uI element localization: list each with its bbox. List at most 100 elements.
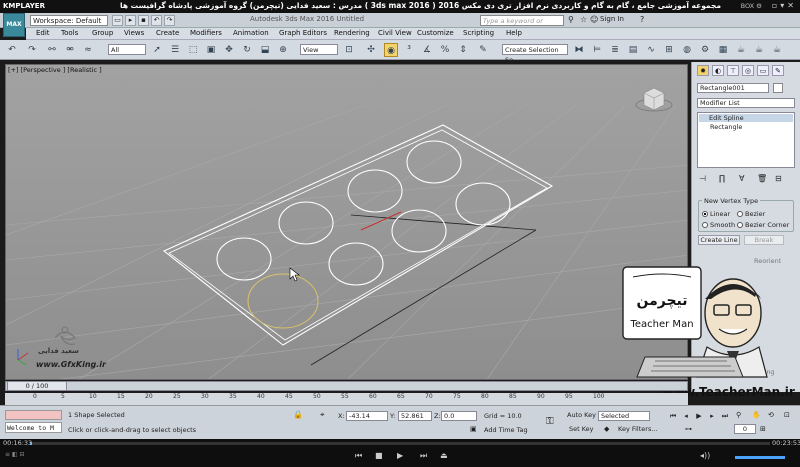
new-icon[interactable]: ▭: [112, 15, 123, 26]
hierarchy-tab-icon[interactable]: ⊤: [727, 65, 739, 76]
render-active-shade-icon[interactable]: ☕: [770, 43, 784, 57]
radio-linear[interactable]: Linear: [702, 210, 730, 218]
material-editor-icon[interactable]: ◍: [680, 43, 694, 57]
reference-coordinate-dropdown[interactable]: View: [300, 44, 338, 55]
stack-item-edit-spline[interactable]: Edit Spline: [699, 114, 793, 122]
auto-key-button[interactable]: Auto Key: [567, 411, 596, 419]
previous-frame-icon[interactable]: ◂: [681, 412, 691, 422]
z-coordinate-field[interactable]: 0.0: [441, 411, 477, 421]
modifier-list-dropdown[interactable]: Modifier List: [697, 98, 795, 108]
unlink-icon[interactable]: ⚮: [63, 43, 77, 57]
select-object-icon[interactable]: ➚: [150, 43, 164, 57]
mirror-icon[interactable]: ⧓: [572, 43, 586, 57]
object-name-field[interactable]: Rectangle001: [697, 83, 769, 93]
undo-icon[interactable]: ↶: [151, 15, 162, 26]
key-icon[interactable]: ⚿: [546, 416, 554, 427]
make-unique-icon[interactable]: ∀: [739, 174, 744, 183]
menu-customize[interactable]: Customize: [417, 29, 454, 37]
redo-icon[interactable]: ↷: [164, 15, 175, 26]
x-coordinate-field[interactable]: -43.14: [346, 411, 388, 421]
play-icon[interactable]: ▶: [694, 412, 704, 422]
redo-icon[interactable]: ↷: [25, 43, 39, 57]
player-stop-icon[interactable]: ■: [375, 451, 383, 460]
player-next-icon[interactable]: ⏭: [420, 451, 427, 461]
perspective-viewport[interactable]: [5, 64, 688, 380]
go-to-start-icon[interactable]: ⏮: [668, 412, 678, 422]
pivot-center-icon[interactable]: ⊡: [342, 43, 356, 57]
spinner-snap-icon[interactable]: ⇕: [456, 43, 470, 57]
snaps-toggle-icon[interactable]: ³: [402, 43, 416, 57]
next-frame-icon[interactable]: ▸: [707, 412, 717, 422]
maxscript-listener[interactable]: [5, 410, 62, 420]
render-setup-icon[interactable]: ⚙: [698, 43, 712, 57]
player-volume-icon[interactable]: ◂)): [700, 451, 710, 460]
player-play-icon[interactable]: ▶: [397, 451, 403, 460]
go-to-end-icon[interactable]: ⏭: [720, 412, 730, 422]
key-mode-toggle-icon[interactable]: ⊶: [685, 425, 692, 433]
open-icon[interactable]: ▸: [125, 15, 136, 26]
menu-modifiers[interactable]: Modifiers: [190, 29, 222, 37]
radio-bezier-corner[interactable]: Bezier Corner: [737, 221, 789, 229]
menu-graph-editors[interactable]: Graph Editors: [279, 29, 327, 37]
key-mode-icon[interactable]: ◆: [604, 425, 609, 433]
select-by-name-icon[interactable]: ☰: [168, 43, 182, 57]
place-icon[interactable]: ⊕: [276, 43, 290, 57]
rectangular-selection-icon[interactable]: ⬚: [186, 43, 200, 57]
menu-animation[interactable]: Animation: [233, 29, 269, 37]
maximize-viewport-icon[interactable]: ⊡: [784, 411, 790, 419]
player-previous-icon[interactable]: ⏮: [355, 451, 362, 461]
pan-icon[interactable]: ✋: [752, 411, 761, 419]
menu-create[interactable]: Create: [156, 29, 179, 37]
break-button[interactable]: Break: [744, 235, 784, 245]
angle-snap-icon[interactable]: ∡: [420, 43, 434, 57]
edit-named-selection-icon[interactable]: ✎: [476, 43, 490, 57]
lock-selection-icon[interactable]: 🔒: [293, 410, 303, 419]
key-selection-dropdown[interactable]: Selected: [598, 411, 650, 421]
modify-tab-icon[interactable]: ◐: [712, 65, 724, 76]
menu-tools[interactable]: Tools: [61, 29, 78, 37]
player-settings-icon[interactable]: ≡ ◧ ⊟: [5, 451, 25, 458]
pin-stack-icon[interactable]: ⊣: [699, 174, 706, 183]
bind-space-warp-icon[interactable]: ≈: [81, 43, 95, 57]
key-filters-button[interactable]: Key Filters...: [618, 425, 658, 433]
search-input[interactable]: Type a keyword or phrase: [480, 15, 564, 35]
rotate-icon[interactable]: ↻: [240, 43, 254, 57]
link-icon[interactable]: ⚯: [45, 43, 59, 57]
motion-tab-icon[interactable]: ◎: [742, 65, 754, 76]
sign-in-button[interactable]: Sign In: [600, 15, 624, 23]
time-slider[interactable]: [5, 381, 688, 391]
configure-sets-icon[interactable]: ⊟: [775, 174, 782, 183]
y-coordinate-field[interactable]: 52.861: [398, 411, 432, 421]
help-icon[interactable]: ?: [640, 15, 644, 24]
workspace-dropdown[interactable]: Workspace: Default: [30, 15, 108, 26]
viewport-label-menu[interactable]: [+] [Perspective ] [Realistic ]: [8, 66, 102, 74]
menu-scripting[interactable]: Scripting: [463, 29, 494, 37]
render-iterative-icon[interactable]: ☕: [752, 43, 766, 57]
orbit-icon[interactable]: ⟲: [768, 411, 774, 419]
track-bar[interactable]: 0 5 10 15 20 25 30 35 40 45 50 55 60 65 …: [5, 393, 688, 405]
player-window-controls[interactable]: ▫▾✕: [772, 1, 797, 10]
keyboard-shortcut-override-icon[interactable]: ◉: [384, 43, 398, 57]
percent-snap-icon[interactable]: %: [438, 43, 452, 57]
binoculars-icon[interactable]: ⚲: [568, 15, 574, 24]
player-open-icon[interactable]: ⏏: [440, 451, 448, 460]
create-line-button[interactable]: Create Line: [698, 235, 740, 245]
select-manipulate-icon[interactable]: ✣: [364, 43, 378, 57]
user-icon[interactable]: ☺: [590, 15, 598, 24]
player-box-menu[interactable]: BOX ⚙: [741, 2, 762, 10]
time-slider-thumb[interactable]: 0 / 100: [7, 381, 67, 391]
save-icon[interactable]: ▪: [138, 15, 149, 26]
utilities-tab-icon[interactable]: ✎: [772, 65, 784, 76]
menu-edit[interactable]: Edit: [36, 29, 50, 37]
show-end-result-icon[interactable]: ∏: [719, 174, 725, 183]
layer-manager-icon[interactable]: ▤: [626, 43, 640, 57]
render-production-icon[interactable]: ☕: [734, 43, 748, 57]
stack-item-rectangle[interactable]: Rectangle: [710, 123, 742, 131]
set-key-button[interactable]: Set Key: [569, 425, 594, 433]
align-icon[interactable]: ⊨: [590, 43, 604, 57]
scale-icon[interactable]: ⬓: [258, 43, 272, 57]
window-crossing-icon[interactable]: ▣: [204, 43, 218, 57]
volume-slider[interactable]: [735, 456, 785, 459]
playback-progress-bar[interactable]: [30, 442, 770, 445]
object-color-swatch[interactable]: [773, 83, 783, 93]
